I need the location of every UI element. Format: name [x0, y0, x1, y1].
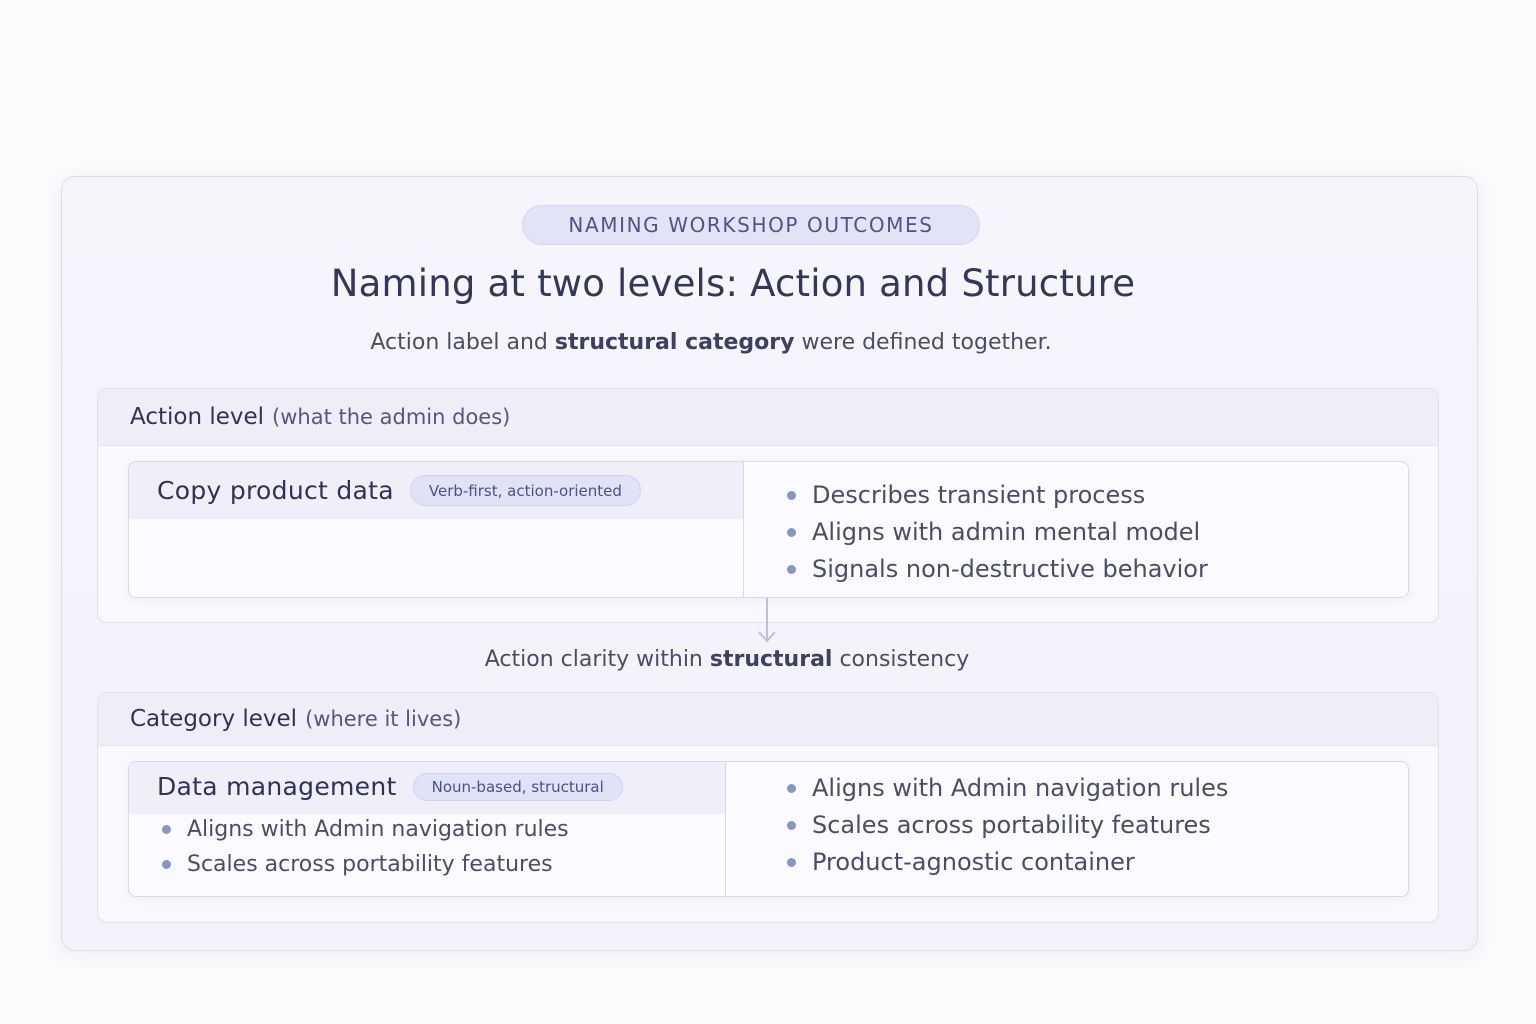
action-level-header: Action level (what the admin does) — [98, 389, 1438, 446]
bullet-text: Describes transient process — [812, 481, 1146, 509]
bullet-text: Scales across portability features — [812, 811, 1211, 839]
bullet-text: Aligns with Admin navigation rules — [187, 817, 569, 842]
action-term-tag: Verb-first, action-oriented — [409, 475, 641, 506]
category-left-bullet-list: Aligns with Admin navigation rules Scale… — [159, 812, 569, 882]
page-subtitle: Action label and structural category wer… — [0, 330, 1422, 355]
connector-text-pre: Action clarity within — [484, 647, 710, 672]
action-bullet-list: Describes transient process Aligns with … — [784, 477, 1208, 588]
bullet-dot-icon — [162, 860, 171, 869]
page-title: Naming at two levels: Action and Structu… — [330, 262, 1136, 305]
category-term-row: Data management Noun-based, structural — [157, 772, 623, 801]
bullet-dot-icon — [787, 858, 796, 867]
bullet-text: Aligns with admin mental model — [812, 518, 1201, 546]
category-term: Data management — [157, 772, 397, 801]
bullet-text: Product-agnostic container — [812, 848, 1135, 876]
bullet-dot-icon — [787, 491, 796, 500]
connector-text-post: consistency — [832, 647, 970, 672]
category-term-box: Data management Noun-based, structural A… — [128, 761, 1409, 897]
bullet-dot-icon — [787, 784, 796, 793]
category-term-tag: Noun-based, structural — [412, 772, 623, 801]
category-level-name: Category level — [130, 706, 298, 732]
category-bullet-list: Aligns with Admin navigation rules Scale… — [784, 770, 1228, 881]
list-item: Scales across portability features — [784, 807, 1228, 844]
list-item: Signals non-destructive behavior — [784, 551, 1208, 588]
section-badge: NAMING WORKSHOP OUTCOMES — [522, 205, 980, 245]
action-level-description: (what the admin does) — [272, 405, 511, 429]
bullet-dot-icon — [787, 528, 796, 537]
down-arrow-icon — [758, 598, 776, 643]
list-item: Aligns with Admin navigation rules — [784, 770, 1228, 807]
bullet-text: Signals non-destructive behavior — [812, 555, 1208, 583]
action-term-row: Copy product data Verb-first, action-ori… — [157, 475, 641, 506]
category-level-description: (where it lives) — [305, 707, 462, 731]
bullet-text: Scales across portability features — [187, 852, 553, 877]
bullet-dot-icon — [787, 565, 796, 574]
category-level-header: Category level (where it lives) — [98, 693, 1438, 746]
subtitle-text-bold: structural category — [554, 330, 795, 355]
list-item: Product-agnostic container — [784, 844, 1228, 881]
action-level-name: Action level — [130, 404, 265, 430]
action-term-box: Copy product data Verb-first, action-ori… — [128, 461, 1409, 598]
action-term: Copy product data — [157, 476, 394, 505]
bullet-dot-icon — [787, 821, 796, 830]
connector-caption: Action clarity within structural consist… — [0, 647, 1454, 672]
list-item: Describes transient process — [784, 477, 1208, 514]
bullet-dot-icon — [162, 825, 171, 834]
list-item: Aligns with admin mental model — [784, 514, 1208, 551]
bullet-text: Aligns with Admin navigation rules — [812, 774, 1229, 802]
list-item: Scales across portability features — [159, 847, 569, 882]
subtitle-text-pre: Action label and — [370, 330, 555, 355]
connector-text-bold: structural — [709, 647, 833, 672]
list-item: Aligns with Admin navigation rules — [159, 812, 569, 847]
subtitle-text-post: were defined together. — [794, 330, 1052, 355]
